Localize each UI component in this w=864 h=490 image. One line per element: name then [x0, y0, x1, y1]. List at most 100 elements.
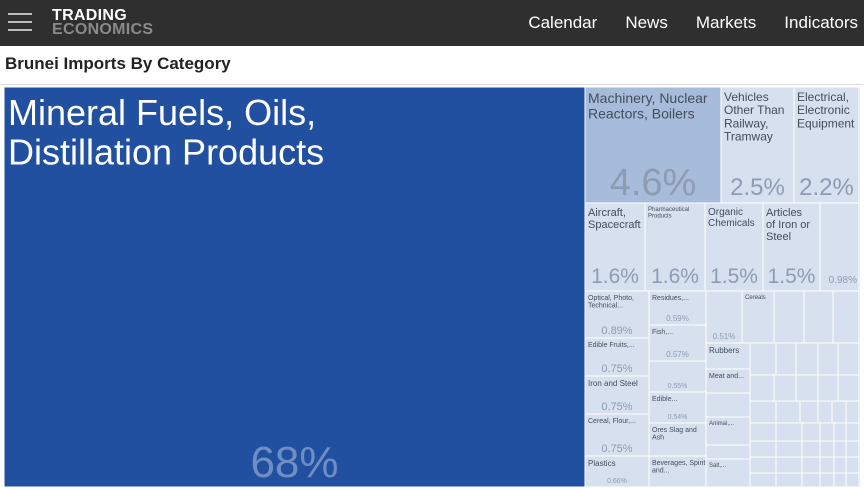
treemap-minor-tile[interactable]: [705, 392, 751, 418]
tile-mineral-fuels-oils-distillation-products[interactable]: Mineral Fuels, Oils, Distillation Product…: [4, 87, 586, 487]
tile-value: 1.5%: [768, 265, 816, 288]
page-title: Brunei Imports By Category: [5, 54, 231, 73]
tile-plastics[interactable]: Plastics 0.66%: [584, 455, 650, 487]
treemap-minor-tile[interactable]: [817, 342, 839, 376]
treemap-minor-tile[interactable]: [837, 374, 860, 402]
tile-ores-slag-and-ash[interactable]: Ores Slag and Ash: [648, 422, 707, 457]
treemap-minor-tile[interactable]: [775, 400, 801, 424]
tile-name: Fish,...: [652, 329, 673, 336]
treemap-minor-tile[interactable]: [775, 456, 803, 474]
treemap-minor-tile[interactable]: [831, 400, 847, 424]
treemap-minor-tile[interactable]: [833, 472, 847, 487]
treemap-minor-tile[interactable]: [845, 400, 860, 424]
treemap-minor-tile[interactable]: [749, 456, 777, 474]
tile-fish[interactable]: Fish,... 0.57%: [648, 324, 707, 362]
treemap-minor-tile[interactable]: [749, 374, 775, 402]
treemap-minor-tile[interactable]: [795, 342, 819, 376]
nav-calendar[interactable]: Calendar: [528, 13, 597, 33]
treemap-minor-tile[interactable]: [819, 440, 835, 458]
tile-other-12[interactable]: 0.51%: [705, 290, 743, 344]
tile-organic-chemicals[interactable]: Organic Chemicals1.5%: [704, 202, 764, 292]
tile-cereal-flour[interactable]: Cereal, Flour,... 0.75%: [584, 413, 650, 457]
tile-value: 0.75%: [601, 363, 632, 375]
treemap-minor-tile[interactable]: [817, 374, 839, 402]
tile-machinery-nuclear-reactors-boilers[interactable]: Machinery, Nuclear Reactors, Boilers 4.6%: [584, 87, 722, 204]
tile-name: Cereals: [745, 295, 766, 301]
tile-name: Rubbers: [709, 346, 739, 355]
treemap-minor-tile[interactable]: [817, 400, 833, 424]
tile-value: 0.66%: [607, 478, 627, 485]
treemap-minor-tile[interactable]: [845, 456, 860, 474]
tile-edible[interactable]: Edible... 0.54%: [648, 391, 707, 424]
tile-aircraft-spacecraft[interactable]: Aircraft, Spacecraft1.6%: [584, 202, 646, 292]
treemap-minor-tile[interactable]: [803, 290, 834, 344]
treemap-minor-tile[interactable]: [795, 374, 819, 402]
treemap-minor-tile[interactable]: [833, 456, 847, 474]
treemap-minor-tile[interactable]: [705, 444, 751, 460]
treemap-minor-tile[interactable]: [801, 456, 821, 474]
treemap-minor-tile[interactable]: [819, 456, 835, 474]
treemap-minor-tile[interactable]: [801, 440, 821, 458]
tile-name: Electrical, Electronic Equipment: [797, 90, 855, 130]
tile-articles-of-iron-or-steel[interactable]: Articles of Iron or Steel1.5%: [762, 202, 821, 292]
treemap-minor-tile[interactable]: [749, 400, 777, 424]
treemap-minor-tile[interactable]: [837, 342, 860, 376]
tile-name: Plastics: [588, 459, 616, 468]
treemap-minor-tile[interactable]: [775, 440, 803, 458]
tile-value: 0.51%: [713, 332, 736, 341]
treemap-minor-tile[interactable]: [819, 472, 835, 487]
treemap-minor-tile[interactable]: [833, 422, 847, 442]
tile-value: 0.54%: [668, 414, 688, 421]
tile-meat-and[interactable]: Meat and...: [705, 368, 751, 394]
treemap-minor-tile[interactable]: [775, 472, 803, 487]
tile-residues[interactable]: Residues,... 0.59%: [648, 290, 707, 326]
treemap-minor-tile[interactable]: [832, 290, 860, 344]
treemap-minor-tile[interactable]: [845, 422, 860, 442]
tile-name: Machinery, Nuclear Reactors, Boilers: [588, 90, 708, 121]
tile-value: 4.6%: [610, 162, 697, 204]
treemap-minor-tile[interactable]: [845, 472, 860, 487]
nav-indicators[interactable]: Indicators: [784, 13, 858, 33]
tile-vehicles-other-than-railway-tramway[interactable]: Vehicles Other Than Railway, Tramway2.5%: [720, 87, 795, 204]
treemap-minor-tile[interactable]: [749, 472, 777, 487]
tile-animal[interactable]: Animal,...: [705, 416, 751, 446]
tile-rubbers[interactable]: Rubbers: [705, 342, 751, 370]
tile-value: 0.55%: [668, 383, 688, 390]
logo[interactable]: TRADING ECONOMICS: [52, 8, 154, 38]
tile-name: Meat and...: [709, 373, 744, 380]
divider: [0, 84, 864, 85]
treemap-minor-tile[interactable]: [799, 400, 819, 424]
tile-salt[interactable]: Salt,...: [705, 458, 751, 487]
tile-pharmaceutical-products[interactable]: Pharmaceutical Products1.6%: [644, 202, 706, 292]
tile-cereals[interactable]: Cereals: [741, 290, 775, 344]
tile-other-18[interactable]: 0.55%: [648, 360, 707, 393]
treemap-minor-tile[interactable]: [845, 440, 860, 458]
logo-line2: ECONOMICS: [52, 21, 154, 38]
hamburger-menu-icon[interactable]: [8, 11, 34, 33]
tile-other-8[interactable]: 0.98%: [819, 202, 860, 292]
treemap-minor-tile[interactable]: [833, 440, 847, 458]
treemap-minor-tile[interactable]: [773, 290, 805, 344]
nav-markets[interactable]: Markets: [696, 13, 756, 33]
tile-electrical-electronic-equipment[interactable]: Electrical, Electronic Equipment 2.2%: [793, 87, 860, 204]
tile-edible-fruits[interactable]: Edible Fruits,... 0.75%: [584, 337, 650, 377]
tile-value: 1.5%: [710, 265, 758, 288]
treemap-minor-tile[interactable]: [775, 342, 797, 376]
treemap-minor-tile[interactable]: [749, 440, 777, 458]
tile-beverages-spirits-and[interactable]: Beverages, Spirits and...: [648, 455, 709, 487]
tile-value: 0.89%: [601, 325, 632, 337]
tile-value: 0.59%: [666, 314, 689, 323]
tile-optical-photo-technical[interactable]: Optical, Photo, Technical...0.89%: [584, 290, 650, 339]
treemap-minor-tile[interactable]: [775, 422, 803, 442]
tile-name: Edible...: [652, 396, 677, 403]
treemap-minor-tile[interactable]: [819, 422, 835, 442]
treemap-minor-tile[interactable]: [801, 422, 821, 442]
tile-iron-and-steel[interactable]: Iron and Steel 0.75%: [584, 375, 650, 415]
nav-news[interactable]: News: [625, 13, 668, 33]
tile-value: 0.98%: [829, 275, 857, 286]
treemap-minor-tile[interactable]: [749, 342, 777, 376]
treemap-minor-tile[interactable]: [801, 472, 821, 487]
treemap-minor-tile[interactable]: [749, 422, 777, 442]
tile-value: 2.2%: [799, 174, 854, 201]
treemap-minor-tile[interactable]: [773, 374, 797, 402]
